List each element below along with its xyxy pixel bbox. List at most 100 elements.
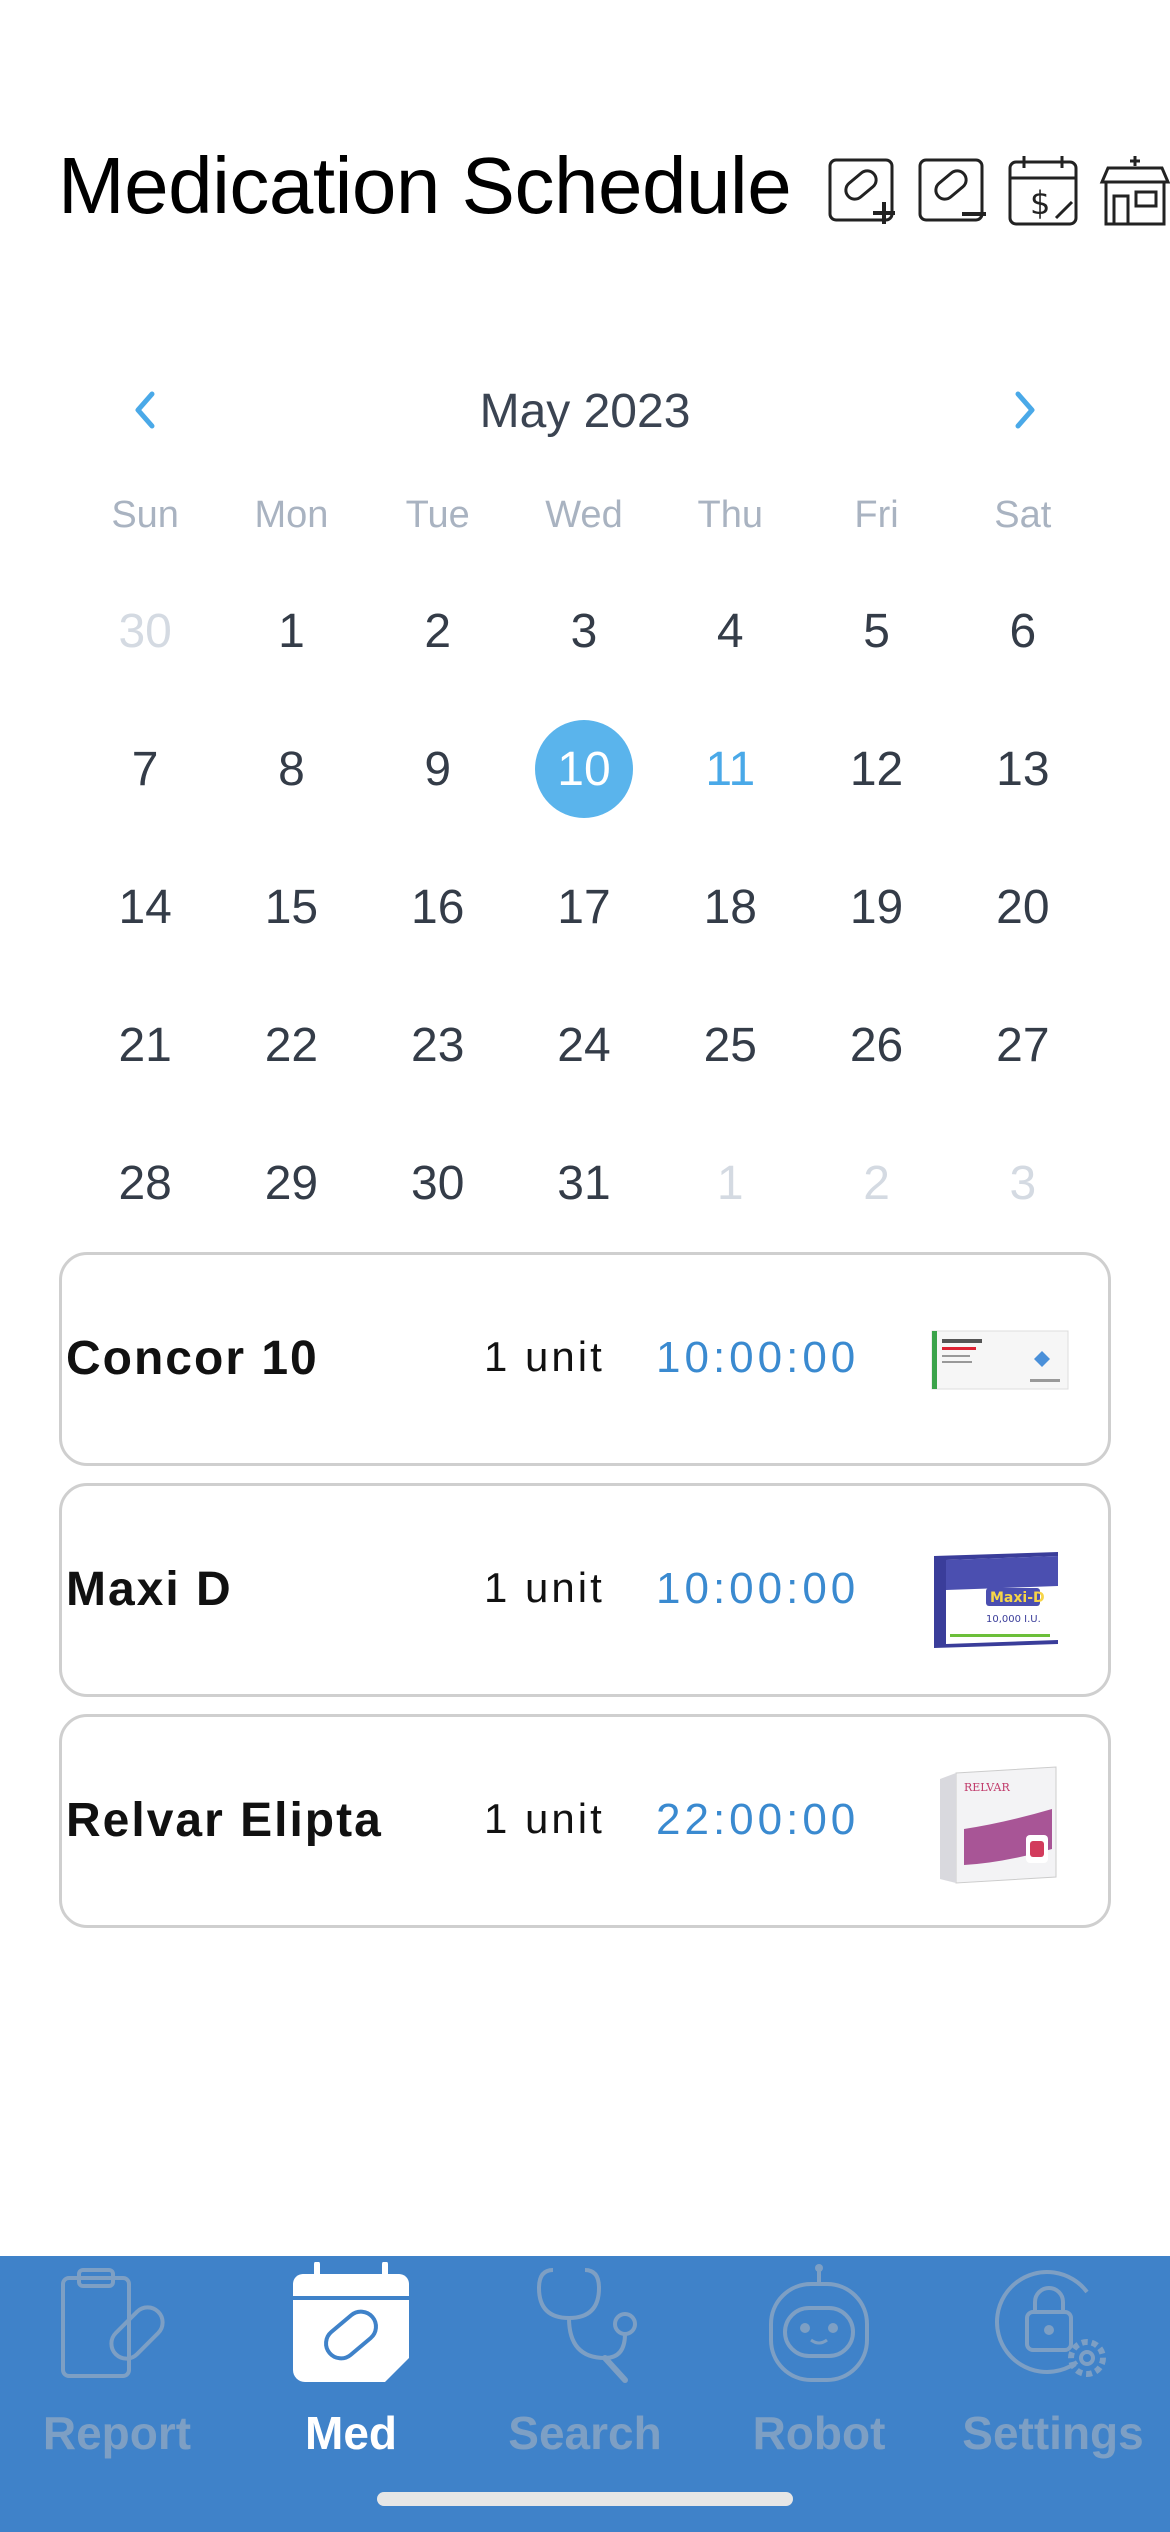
add-pill-icon[interactable] — [826, 152, 904, 230]
medication-card[interactable]: Relvar Elipta 1 unit 22:00:00 RELVAR — [59, 1714, 1111, 1928]
medication-name: Maxi D — [66, 1563, 233, 1616]
calendar-day-number: 11 — [705, 742, 756, 796]
calendar-day-selected[interactable]: 10 — [511, 700, 657, 838]
calendar-day[interactable]: 28 — [72, 1114, 218, 1252]
tab-label: Med — [305, 2407, 397, 2459]
calendar-day[interactable]: 15 — [218, 838, 364, 976]
calendar-day[interactable]: 23 — [365, 976, 511, 1114]
tab-label: Search — [508, 2407, 662, 2459]
calendar-day[interactable]: 18 — [657, 838, 803, 976]
calendar-day[interactable]: 14 — [72, 838, 218, 976]
calendar-day[interactable]: 30 — [365, 1114, 511, 1252]
calendar-week: 7 8 9 10 11 12 13 — [72, 700, 1096, 838]
tab-robot[interactable]: Robot — [702, 2256, 936, 2532]
lock-gear-icon — [995, 2270, 1106, 2377]
calendar-day[interactable]: 17 — [511, 838, 657, 976]
calendar-week: 28 29 30 31 1 2 3 — [72, 1114, 1096, 1252]
calendar-day-number: 2 — [424, 604, 452, 658]
tab-med[interactable]: Med — [234, 2256, 468, 2532]
calendar-day[interactable]: 26 — [803, 976, 949, 1114]
calendar-day[interactable]: 24 — [511, 976, 657, 1114]
medication-list: Concor 10 1 unit 10:00:00 Maxi D 1 unit … — [59, 1252, 1111, 1945]
calendar-day-number: 16 — [411, 880, 465, 934]
concor-box-image — [931, 1330, 1069, 1390]
calendar-day-number: 26 — [849, 1018, 904, 1072]
pharmacy-icon[interactable] — [1096, 152, 1170, 230]
medication-dose: 1 unit — [484, 1795, 605, 1842]
calendar-day-number: 1 — [278, 604, 305, 658]
calendar-day-number: 21 — [118, 1018, 172, 1072]
calendar-pill-icon — [293, 2262, 409, 2382]
calendar-week: 14 15 16 17 18 19 20 — [72, 838, 1096, 976]
calendar-day-today[interactable]: 11 — [657, 700, 803, 838]
calendar-day[interactable]: 20 — [950, 838, 1096, 976]
tab-report[interactable]: Report — [0, 2256, 234, 2532]
calendar-day[interactable]: 16 — [365, 838, 511, 976]
calendar-day[interactable]: 9 — [365, 700, 511, 838]
calendar-day[interactable]: 21 — [72, 976, 218, 1114]
weekday-label: Thu — [697, 494, 763, 536]
calendar-day[interactable]: 3 — [511, 562, 657, 700]
calendar-day[interactable]: 8 — [218, 700, 364, 838]
calendar-day-number: 13 — [996, 742, 1050, 796]
calendar-day-number: 29 — [264, 1156, 319, 1210]
calendar-day[interactable]: 27 — [950, 976, 1096, 1114]
calendar-day[interactable]: 2 — [365, 562, 511, 700]
calendar-day-number: 28 — [118, 1156, 172, 1210]
tab-search[interactable]: Search — [468, 2256, 702, 2532]
calendar-day[interactable]: 22 — [218, 976, 364, 1114]
svg-text:Maxi-D: Maxi-D — [990, 1590, 1045, 1606]
calendar-day[interactable]: 7 — [72, 700, 218, 838]
calendar-day[interactable]: 13 — [950, 700, 1096, 838]
calendar-day[interactable]: 6 — [950, 562, 1096, 700]
medication-dose: 1 unit — [484, 1564, 605, 1611]
calendar-day-number: 19 — [849, 880, 904, 934]
calendar-day-number: 17 — [557, 880, 611, 934]
calendar-day-number: 4 — [716, 604, 744, 658]
medication-card[interactable]: Concor 10 1 unit 10:00:00 — [59, 1252, 1111, 1466]
tab-bar: Report Med Search Robot Settings — [0, 2256, 1170, 2532]
calendar-day-number: 3 — [1009, 1156, 1037, 1210]
calendar-day-number: 2 — [863, 1156, 890, 1210]
calendar-day-number: 10 — [534, 720, 633, 818]
stethoscope-icon — [536, 2268, 637, 2383]
calendar-day[interactable]: 31 — [511, 1114, 657, 1252]
tab-label: Report — [42, 2407, 192, 2459]
calendar-day: 30 — [72, 562, 218, 700]
robot-icon — [769, 2264, 869, 2382]
calendar-day[interactable]: 4 — [657, 562, 803, 700]
tab-settings[interactable]: Settings — [936, 2256, 1170, 2532]
svg-text:$: $ — [1030, 184, 1050, 222]
calendar-day-number: 23 — [411, 1018, 465, 1072]
medication-time: 10:00:00 — [656, 1333, 860, 1382]
calendar-day-number: 27 — [996, 1018, 1050, 1072]
calendar-day-number: 1 — [716, 1156, 744, 1210]
remove-pill-icon[interactable] — [916, 152, 994, 230]
calendar-day-number: 25 — [703, 1018, 757, 1072]
medication-name: Relvar Elipta — [66, 1794, 383, 1847]
calendar-price-icon[interactable]: $ — [1006, 152, 1084, 230]
calendar-day-number: 7 — [131, 742, 159, 796]
svg-text:RELVAR: RELVAR — [964, 1781, 1010, 1794]
calendar-week: 21 22 23 24 25 26 27 — [72, 976, 1096, 1114]
medication-time: 10:00:00 — [656, 1564, 860, 1613]
relvar-box-image: RELVAR — [940, 1766, 1057, 1884]
calendar-day-number: 9 — [424, 742, 452, 796]
weekday-label: Sun — [111, 494, 179, 536]
chevron-right-icon[interactable] — [998, 384, 1050, 436]
calendar-day: 1 — [657, 1114, 803, 1252]
calendar-day[interactable]: 12 — [803, 700, 949, 838]
calendar-day-number: 3 — [570, 604, 598, 658]
calendar-day-number: 20 — [996, 880, 1050, 934]
calendar-day[interactable]: 19 — [803, 838, 949, 976]
maxi-d-box-image: Maxi-D 10,000 I.U. — [934, 1552, 1058, 1648]
calendar-day-number: 18 — [703, 880, 757, 934]
calendar-day[interactable]: 25 — [657, 976, 803, 1114]
calendar-day[interactable]: 1 — [218, 562, 364, 700]
calendar-grid: 30 1 2 3 4 5 6 7 8 9 10 11 12 13 14 15 16 17 18 19 20 21 22 23 2… — [72, 562, 1096, 1252]
calendar-day-number: 8 — [278, 742, 305, 796]
medication-card[interactable]: Maxi D 1 unit 10:00:00 Maxi-D 10,000 I.U… — [59, 1483, 1111, 1697]
calendar-day[interactable]: 5 — [803, 562, 949, 700]
calendar-day[interactable]: 29 — [218, 1114, 364, 1252]
calendar-day-number: 15 — [264, 880, 319, 934]
